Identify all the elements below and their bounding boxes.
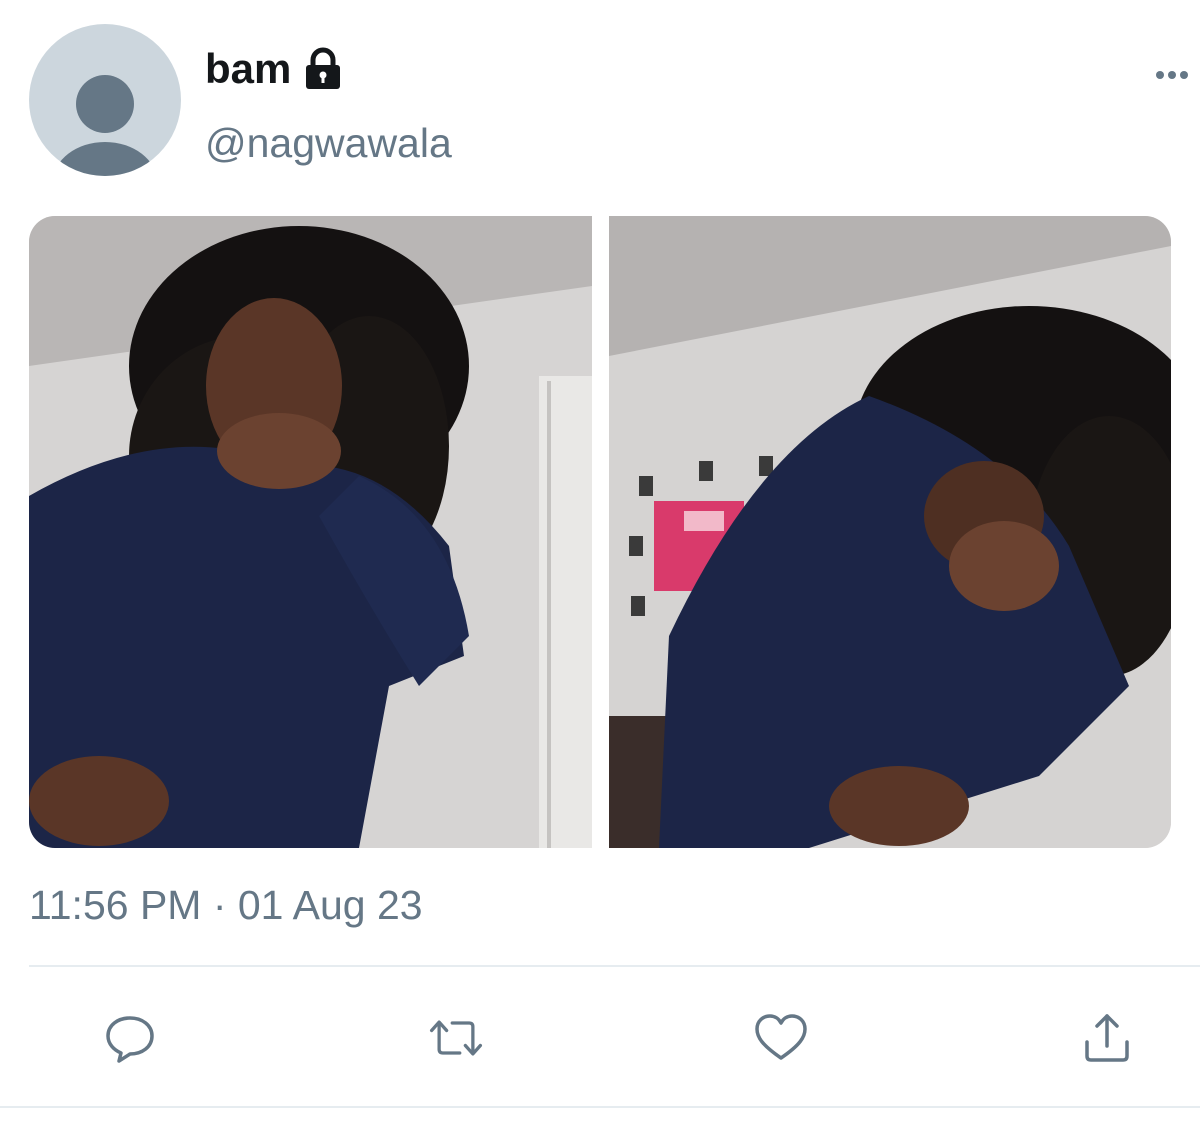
like-button[interactable]: [751, 1008, 811, 1068]
reply-icon: [106, 1016, 154, 1063]
retweet-button[interactable]: [426, 1008, 486, 1068]
tweet-photo-1[interactable]: [29, 216, 592, 848]
divider: [29, 965, 1200, 967]
lock-icon: [301, 46, 345, 92]
author-handle[interactable]: @nagwawala: [205, 118, 452, 168]
more-options-button[interactable]: [1150, 58, 1194, 88]
author-display-name[interactable]: bam: [205, 44, 345, 94]
photo-2-image: [609, 216, 1171, 848]
share-icon: [1085, 1014, 1129, 1062]
divider-bottom: [0, 1106, 1200, 1108]
reply-button[interactable]: [100, 1008, 160, 1068]
display-name-text: bam: [205, 45, 292, 92]
author-avatar[interactable]: [29, 24, 181, 176]
default-avatar-icon: [53, 75, 157, 176]
heart-icon: [755, 1014, 807, 1060]
tweet-timestamp[interactable]: 11:56 PM · 01 Aug 23: [29, 880, 423, 930]
retweet-icon: [429, 1020, 483, 1056]
more-dots-icon: [1156, 71, 1188, 79]
tweet-photo-2[interactable]: [609, 216, 1171, 848]
photo-1-image: [29, 216, 592, 848]
share-button[interactable]: [1077, 1008, 1137, 1068]
